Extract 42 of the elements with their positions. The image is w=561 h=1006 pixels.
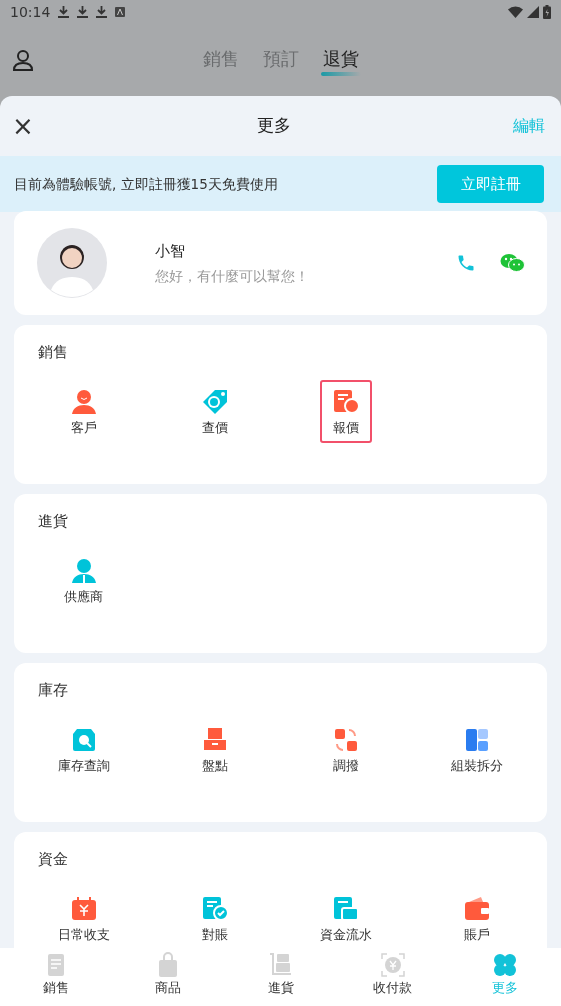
avatar (37, 228, 107, 298)
assistant-name: 小智 (155, 240, 186, 262)
menu-item[interactable]: 報價 (320, 379, 373, 443)
calendar-icon (69, 894, 98, 923)
wifi-icon (508, 6, 523, 18)
scan-coin-icon (379, 952, 406, 978)
menu-item[interactable]: 客戶 (57, 379, 110, 443)
menu-item[interactable]: 供應商 (52, 548, 116, 612)
section-title: 庫存 (37, 680, 69, 701)
nav-tab[interactable]: 收付款 (336, 948, 449, 1006)
download-icon (96, 6, 108, 18)
menu-item[interactable]: 查價 (188, 379, 241, 443)
trial-notice: 目前為體驗帳號, 立即註冊獲15天免費使用 (14, 174, 278, 194)
menu-item[interactable]: 調撥 (320, 717, 373, 781)
person-icon (69, 387, 98, 416)
clover-icon (491, 952, 518, 978)
phone-icon[interactable] (456, 253, 476, 273)
chat-icon[interactable] (500, 253, 525, 273)
menu-item[interactable]: 組裝拆分 (439, 717, 516, 781)
person-icon (69, 556, 98, 585)
notification-icon (115, 7, 126, 17)
battery-icon (543, 5, 551, 19)
cart-icon (267, 952, 294, 978)
menu-item[interactable]: 盤點 (188, 717, 241, 781)
section-title: 銷售 (37, 342, 69, 363)
signal-icon (527, 6, 539, 18)
download-icon (77, 6, 89, 18)
clock: 10:14 (10, 2, 51, 22)
close-button[interactable]: × (10, 113, 36, 139)
menu-item[interactable]: 庫存查詢 (45, 717, 122, 781)
tab[interactable]: 退貨 (322, 44, 359, 76)
nav-tab[interactable]: 商品 (112, 948, 225, 1006)
profile-icon[interactable] (12, 49, 34, 71)
menu-item[interactable]: 賬戶 (451, 886, 504, 950)
section-title: 資金 (37, 849, 69, 870)
sheet-title: 更多 (257, 114, 292, 138)
assistant-greeting: 您好，有什麼可以幫您！ (155, 267, 309, 287)
wallet-icon (463, 894, 492, 923)
nav-tab[interactable]: 進貨 (224, 948, 337, 1006)
section-title: 進貨 (37, 511, 69, 532)
download-icon (58, 6, 70, 18)
nav-tab[interactable]: 銷售 (0, 948, 113, 1006)
